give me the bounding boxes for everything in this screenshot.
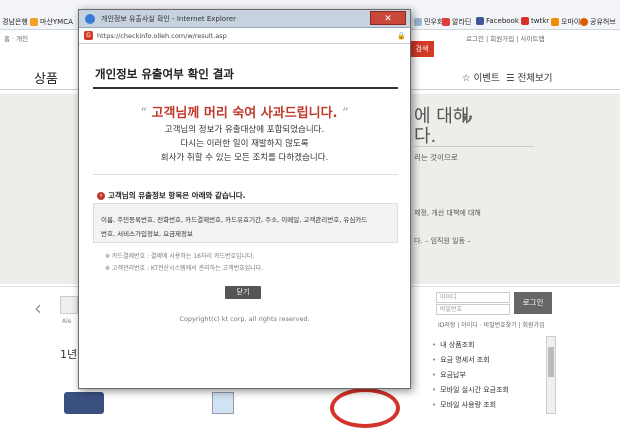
section-title: › 고객님의 유출정보 항목은 아래와 같습니다.: [97, 190, 246, 201]
banner-line: 제정, 개선 대책에 대해: [414, 209, 481, 217]
star-icon: ☆: [462, 73, 471, 84]
popup-title: 개인정보 유출사실 확인 - Internet Explorer: [101, 15, 236, 23]
bookmark-item[interactable]: 마산YMCA: [30, 17, 73, 27]
bookmark-item[interactable]: Facebook: [476, 17, 519, 25]
thumb-caption: Ale: [62, 318, 72, 325]
side-menu-item[interactable]: 요금 명세서 조회: [432, 355, 490, 365]
scrollbar-thumb[interactable]: [548, 347, 554, 377]
login-box: 아이디 비밀번호 로그인 ID저장 | 아이디 · 비밀번호찾기 | 회원가입: [434, 292, 554, 332]
side-menu-item[interactable]: 내 상품조회: [432, 340, 474, 350]
close-icon[interactable]: ✕: [370, 11, 406, 25]
login-password-input[interactable]: 비밀번호: [436, 304, 510, 315]
login-button[interactable]: 로그인: [514, 292, 552, 314]
side-menu-item[interactable]: 모바일 사용량 조회: [432, 400, 496, 410]
ohmy-icon: [551, 18, 559, 26]
phone-image[interactable]: [64, 392, 104, 414]
bookmark-item[interactable]: 오마이: [551, 17, 580, 27]
open-quote: “: [140, 106, 147, 121]
title-divider: [93, 87, 398, 89]
leaked-items-box: 이름, 주민등록번호, 전화번호, 카드결제번호, 카드유효기간, 주소, 이메…: [93, 203, 398, 243]
banner-line: 다.: [414, 126, 437, 147]
popup-titlebar[interactable]: 개인정보 유출사실 확인 - Internet Explorer ✕: [79, 10, 410, 28]
address-bar[interactable]: G https://checkinfo.olleh.com/w/result.a…: [79, 28, 410, 44]
message-line: 고객님의 정보가 유출대상에 포함되었습니다.: [164, 125, 325, 135]
facebook-icon: [476, 17, 484, 25]
copyright-text: Copyright(c) kt corp. all rights reserve…: [179, 315, 310, 323]
bookmark-item[interactable]: 민우회: [414, 17, 443, 27]
leaked-items-text: 이름, 주민등록번호, 전화번호, 카드결제번호, 카드유효기간, 주소, 이메…: [101, 216, 368, 224]
nav-event[interactable]: ☆ 이벤트: [462, 70, 500, 84]
site-icon: G: [84, 31, 93, 40]
ymca-icon: [30, 18, 38, 26]
arrow-icon: ›: [97, 192, 105, 200]
bookmark-item[interactable]: twtkr: [521, 17, 549, 25]
side-menu-scrollbar[interactable]: [546, 336, 556, 414]
section-divider: [93, 174, 398, 175]
bookmark-item[interactable]: 알라딘: [442, 17, 471, 27]
banner-quote: ”: [460, 110, 475, 143]
top-links[interactable]: 홈 · 개인: [4, 33, 28, 43]
login-links[interactable]: ID저장 | 아이디 · 비밀번호찾기 | 회원가입: [438, 320, 545, 329]
hamburger-icon: ☰: [506, 73, 515, 84]
search-tab[interactable]: 검색: [410, 41, 434, 57]
phone-image[interactable]: [212, 392, 234, 414]
banner-divider: [414, 146, 534, 147]
message-line: 다시는 이러한 일이 재발하지 않도록: [180, 139, 309, 149]
nav-products[interactable]: 상품: [34, 68, 58, 87]
popup-content: 개인정보 유출여부 확인 결과 “ 고객님께 머리 숙여 사과드립니다. ” 고…: [85, 47, 404, 387]
banner-line: 리는 것이므로: [414, 153, 458, 162]
promo-circle: [330, 388, 400, 428]
close-button[interactable]: 닫기: [225, 286, 261, 299]
note-text: ※ 카드결제번호 : 결제에 사용하는 16자리 카드번호입니다.: [105, 253, 255, 260]
bookmark-icon: [414, 18, 422, 26]
apology-heading: “ 고객님께 머리 숙여 사과드립니다. ”: [140, 106, 349, 121]
twtkr-icon: [521, 17, 529, 25]
close-quote: ”: [342, 106, 349, 121]
sharehub-icon: [580, 18, 588, 26]
account-links[interactable]: 로그인 | 회원가입 | 사이트맵: [466, 33, 544, 43]
popup-window: 개인정보 유출사실 확인 - Internet Explorer ✕ G htt…: [78, 9, 411, 389]
message-line: 회사가 취할 수 있는 모든 조치를 다하겠습니다.: [160, 153, 329, 163]
bookmark-item[interactable]: 공유허브: [580, 17, 616, 27]
leaked-items-text: 번호, 서비스가입정보, 요금제정보: [101, 230, 193, 238]
side-menu-item[interactable]: 모바일 실시간 요금조회: [432, 385, 509, 395]
carousel-prev-arrow[interactable]: ‹: [34, 296, 42, 320]
note-text: ※ 고객관리번호 : KT전산시스템에서 관리하는 고객번호입니다.: [105, 265, 264, 272]
ie-icon: [85, 14, 95, 24]
aladin-icon: [442, 18, 450, 26]
banner-line: 다. – 임직원 일동 –: [414, 237, 471, 245]
lock-icon: 🔒: [397, 32, 406, 40]
login-id-input[interactable]: 아이디: [436, 292, 510, 303]
url-text: https://checkinfo.olleh.com/w/result.asp: [97, 32, 227, 40]
plan-year-label: 1년: [60, 348, 78, 361]
category-icon[interactable]: [60, 296, 78, 314]
bookmark-item[interactable]: 경남은행: [2, 17, 28, 27]
nav-all[interactable]: ☰ 전체보기: [506, 70, 553, 84]
side-menu-item[interactable]: 요금납부: [432, 370, 466, 380]
page-title: 개인정보 유출여부 확인 결과: [95, 67, 234, 81]
